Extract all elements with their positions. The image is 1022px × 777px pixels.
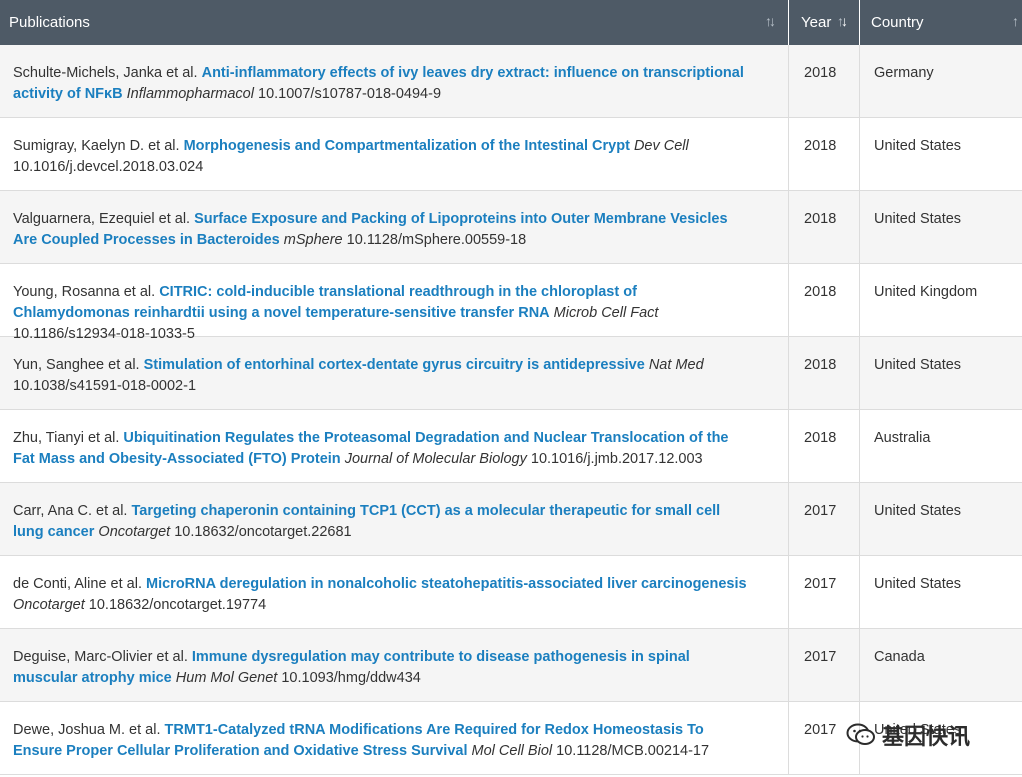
country-cell: Australia (874, 430, 931, 446)
journal: Microb Cell Fact (553, 305, 659, 321)
year-cell: 2018 (789, 264, 860, 336)
year-cell: 2018 (789, 337, 860, 409)
table-row: Schulte-Michels, Janka et al. Anti-infla… (0, 45, 1022, 118)
watermark: 基因快讯 (846, 719, 970, 751)
country-cell: United States (874, 503, 962, 519)
doi: 10.18632/oncotarget.22681 (174, 524, 352, 540)
year-cell: 2018 (789, 45, 860, 117)
watermark-text: 基因快讯 (882, 724, 971, 749)
authors: Sumigray, Kaelyn D. et al. (13, 138, 180, 154)
publication-title-link[interactable]: Stimulation of entorhinal cortex-dentate… (144, 357, 645, 373)
table-body: Schulte-Michels, Janka et al. Anti-infla… (0, 45, 1022, 775)
publication-cell: Valguarnera, Ezequiel et al. Surface Exp… (0, 191, 789, 263)
authors: Valguarnera, Ezequiel et al. (13, 211, 191, 227)
doi: 10.1016/j.jmb.2017.12.003 (530, 451, 703, 467)
authors: Carr, Ana C. et al. (13, 503, 128, 519)
publication-cell: Schulte-Michels, Janka et al. Anti-infla… (0, 45, 789, 117)
table-header: Publications ↑↓ Year ↑↓ Country ↑ (0, 0, 1022, 45)
authors: Zhu, Tianyi et al. (13, 430, 120, 446)
journal: Hum Mol Genet (175, 670, 278, 686)
country-cell: United States (874, 211, 962, 227)
journal: Inflammopharmacol (126, 86, 254, 102)
authors: Schulte-Michels, Janka et al. (13, 65, 198, 81)
country-cell: United States (874, 357, 962, 373)
journal: Oncotarget (98, 524, 171, 540)
authors: Deguise, Marc-Olivier et al. (13, 649, 188, 665)
year-cell: 2018 (789, 191, 860, 263)
sort-desc-icon[interactable]: ↑↓ (837, 13, 848, 29)
publication-cell: de Conti, Aline et al. MicroRNA deregula… (0, 556, 789, 628)
year-cell: 2018 (789, 410, 860, 482)
journal: Journal of Molecular Biology (344, 451, 527, 467)
publication-title-link[interactable]: MicroRNA deregulation in nonalcoholic st… (146, 576, 747, 592)
header-publications-label: Publications (9, 14, 90, 31)
publications-table: Publications ↑↓ Year ↑↓ Country ↑ Schult… (0, 0, 1022, 775)
table-row: Yun, Sanghee et al. Stimulation of entor… (0, 337, 1022, 410)
country-cell: United States (874, 576, 962, 592)
doi: 10.1038/s41591-018-0002-1 (13, 378, 197, 394)
doi: 10.1128/MCB.00214-17 (556, 743, 710, 759)
publication-title-link[interactable]: Morphogenesis and Compartmentalization o… (184, 138, 630, 154)
doi: 10.1007/s10787-018-0494-9 (258, 86, 442, 102)
year-cell: 2017 (789, 629, 860, 701)
table-row: Young, Rosanna et al. CITRIC: cold-induc… (0, 264, 1022, 342)
doi: 10.1016/j.devcel.2018.03.024 (13, 159, 204, 175)
publication-cell: Carr, Ana C. et al. Targeting chaperonin… (0, 483, 789, 555)
header-country[interactable]: Country ↑ (860, 0, 1022, 45)
authors: de Conti, Aline et al. (13, 576, 142, 592)
authors: Dewe, Joshua M. et al. (13, 722, 161, 738)
wechat-icon (846, 723, 875, 745)
country-cell: United States (874, 138, 962, 154)
table-row: Carr, Ana C. et al. Targeting chaperonin… (0, 483, 1022, 556)
header-publications[interactable]: Publications ↑↓ (0, 0, 789, 45)
header-year[interactable]: Year ↑↓ (789, 0, 860, 45)
publication-cell: Zhu, Tianyi et al. Ubiquitination Regula… (0, 410, 789, 482)
journal: Oncotarget (13, 597, 85, 613)
header-country-label: Country (871, 14, 924, 31)
journal: Mol Cell Biol (471, 743, 553, 759)
year-cell: 2018 (789, 118, 860, 190)
authors: Yun, Sanghee et al. (13, 357, 140, 373)
doi: 10.18632/oncotarget.19774 (88, 597, 267, 613)
doi: 10.1093/hmg/ddw434 (281, 670, 421, 686)
sort-icon[interactable]: ↑ (1012, 13, 1019, 29)
publication-cell: Deguise, Marc-Olivier et al. Immune dysr… (0, 629, 789, 701)
publication-cell: Yun, Sanghee et al. Stimulation of entor… (0, 337, 789, 409)
country-cell: Canada (874, 649, 925, 665)
table-row: de Conti, Aline et al. MicroRNA deregula… (0, 556, 1022, 629)
journal: Nat Med (648, 357, 704, 373)
country-cell: United Kingdom (874, 284, 978, 300)
publication-cell: Sumigray, Kaelyn D. et al. Morphogenesis… (0, 118, 789, 190)
country-cell: Germany (874, 65, 934, 81)
publication-cell: Dewe, Joshua M. et al. TRMT1-Catalyzed t… (0, 702, 789, 774)
journal: Dev Cell (633, 138, 689, 154)
doi: 10.1128/mSphere.00559-18 (346, 232, 527, 248)
header-year-label: Year (801, 14, 832, 31)
table-row: Deguise, Marc-Olivier et al. Immune dysr… (0, 629, 1022, 702)
table-row: Zhu, Tianyi et al. Ubiquitination Regula… (0, 410, 1022, 483)
publication-cell: Young, Rosanna et al. CITRIC: cold-induc… (0, 264, 789, 342)
authors: Young, Rosanna et al. (13, 284, 156, 300)
year-cell: 2017 (789, 483, 860, 555)
sort-icon[interactable]: ↑↓ (765, 13, 776, 29)
table-row: Valguarnera, Ezequiel et al. Surface Exp… (0, 191, 1022, 264)
table-row: Sumigray, Kaelyn D. et al. Morphogenesis… (0, 118, 1022, 191)
journal: mSphere (283, 232, 343, 248)
year-cell: 2017 (789, 556, 860, 628)
